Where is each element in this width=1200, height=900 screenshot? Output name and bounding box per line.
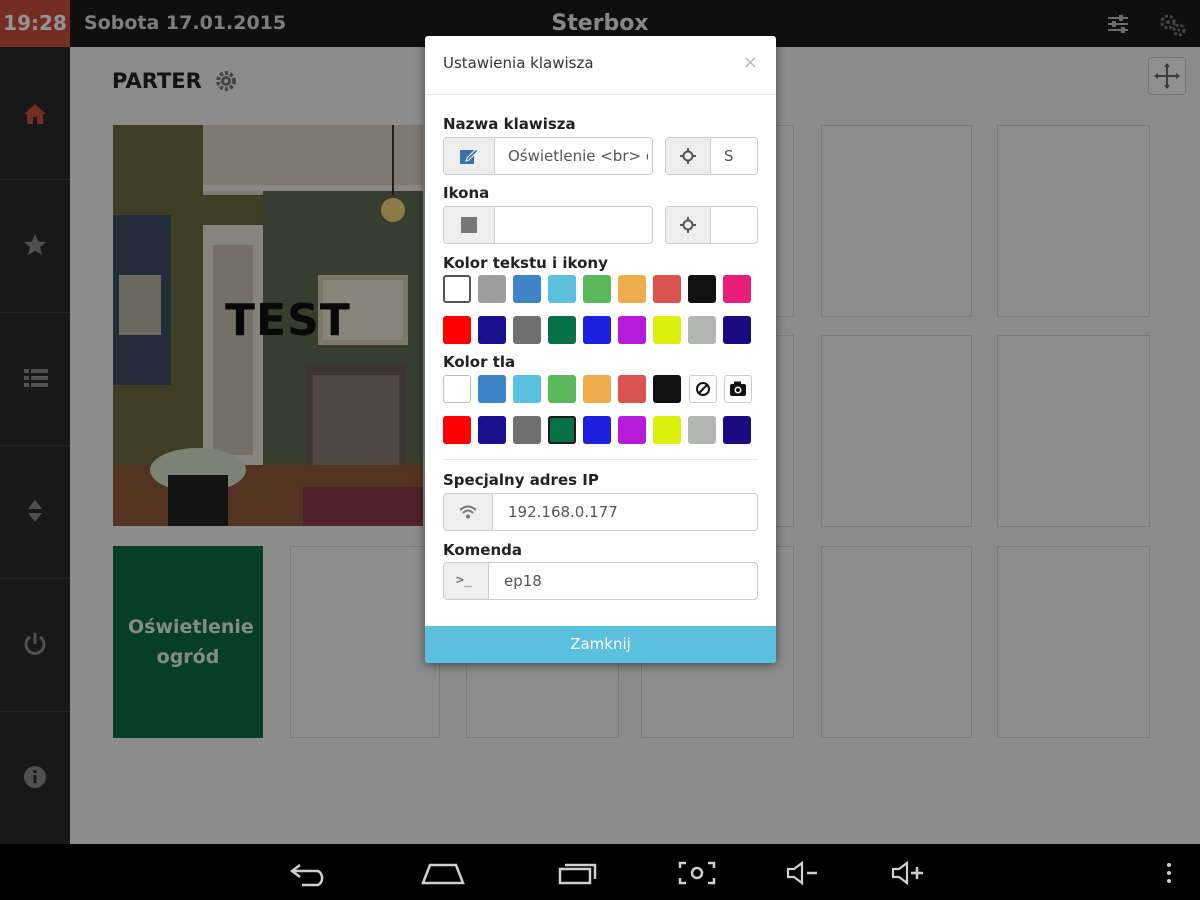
color-swatch[interactable] [618, 275, 646, 303]
color-swatch[interactable] [723, 275, 751, 303]
bg-color-label: Kolor tla [443, 353, 516, 371]
icon-size-addon [666, 207, 711, 243]
edit-addon [444, 138, 495, 174]
color-swatch[interactable] [548, 375, 576, 403]
icon-input-group[interactable] [443, 206, 653, 244]
color-swatch[interactable] [723, 416, 751, 444]
volume-down-icon[interactable] [785, 859, 821, 887]
name-input-group[interactable]: Oświetlenie <br> ogród [443, 137, 653, 175]
color-swatch[interactable] [583, 316, 611, 344]
volume-up-icon[interactable] [890, 859, 926, 887]
square-icon [461, 217, 477, 233]
color-swatch[interactable] [443, 416, 471, 444]
color-swatch[interactable] [513, 275, 541, 303]
edit-icon [460, 148, 479, 164]
color-swatch[interactable] [443, 316, 471, 344]
back-icon[interactable] [288, 859, 330, 887]
color-swatch[interactable] [618, 316, 646, 344]
color-swatch[interactable] [478, 375, 506, 403]
color-swatch[interactable] [513, 375, 541, 403]
ip-input[interactable]: 192.168.0.177 [508, 494, 748, 530]
ip-addon [444, 494, 493, 530]
color-swatch[interactable] [478, 316, 506, 344]
text-color-label: Kolor tekstu i ikony [443, 254, 608, 272]
crosshair-icon [680, 148, 696, 164]
home-nav-icon[interactable] [420, 859, 466, 887]
system-nav-bar [0, 845, 1200, 900]
ban-icon [696, 382, 710, 396]
ip-input-group[interactable]: 192.168.0.177 [443, 493, 758, 531]
color-swatch[interactable] [688, 275, 716, 303]
color-swatch[interactable] [688, 416, 716, 444]
color-swatch[interactable] [653, 375, 681, 403]
color-swatch[interactable] [478, 275, 506, 303]
command-input[interactable]: ep18 [504, 563, 744, 599]
dialog-title: Ustawienia klawisza [443, 54, 594, 72]
crosshair-icon [680, 217, 696, 233]
color-swatch[interactable] [618, 416, 646, 444]
recent-apps-icon[interactable] [556, 859, 600, 887]
close-button[interactable]: Zamknij [425, 626, 776, 663]
command-input-group[interactable]: >_ ep18 [443, 562, 758, 600]
color-swatch[interactable] [548, 316, 576, 344]
color-swatch[interactable] [548, 275, 576, 303]
color-swatch[interactable] [583, 375, 611, 403]
color-swatch[interactable] [618, 375, 646, 403]
color-swatch[interactable] [513, 316, 541, 344]
screenshot-icon[interactable] [676, 859, 718, 887]
name-label: Nazwa klawisza [443, 115, 576, 133]
color-swatch[interactable] [583, 275, 611, 303]
color-swatch[interactable] [443, 375, 471, 403]
button-settings-dialog: Ustawienia klawisza × Nazwa klawisza Ośw… [425, 36, 776, 663]
terminal-icon: >_ [456, 573, 472, 588]
icon-label: Ikona [443, 184, 490, 202]
close-icon[interactable]: × [743, 52, 758, 73]
color-swatch[interactable] [653, 275, 681, 303]
color-swatch[interactable] [653, 416, 681, 444]
no-background-button[interactable] [689, 375, 717, 403]
dialog-divider [425, 94, 776, 95]
ip-label: Specjalny adres IP [443, 471, 599, 489]
wifi-icon [459, 505, 477, 519]
name-input[interactable]: Oświetlenie <br> ogród [508, 138, 648, 174]
color-swatch[interactable] [723, 316, 751, 344]
command-addon: >_ [444, 563, 489, 599]
color-swatch[interactable] [548, 416, 576, 444]
camera-button[interactable] [724, 375, 752, 403]
color-swatch[interactable] [478, 416, 506, 444]
camera-icon [730, 381, 746, 396]
menu-dots-icon[interactable] [1162, 859, 1176, 887]
size-addon [666, 138, 711, 174]
command-label: Komenda [443, 541, 523, 559]
icon-addon [444, 207, 495, 243]
name-size-input[interactable]: S [724, 138, 754, 174]
name-size-group[interactable]: S [665, 137, 758, 175]
dialog-divider [443, 459, 758, 460]
color-swatch[interactable] [583, 416, 611, 444]
color-swatch[interactable] [653, 316, 681, 344]
color-swatch[interactable] [443, 275, 471, 303]
icon-size-group[interactable] [665, 206, 758, 244]
color-swatch[interactable] [688, 316, 716, 344]
color-swatch[interactable] [513, 416, 541, 444]
